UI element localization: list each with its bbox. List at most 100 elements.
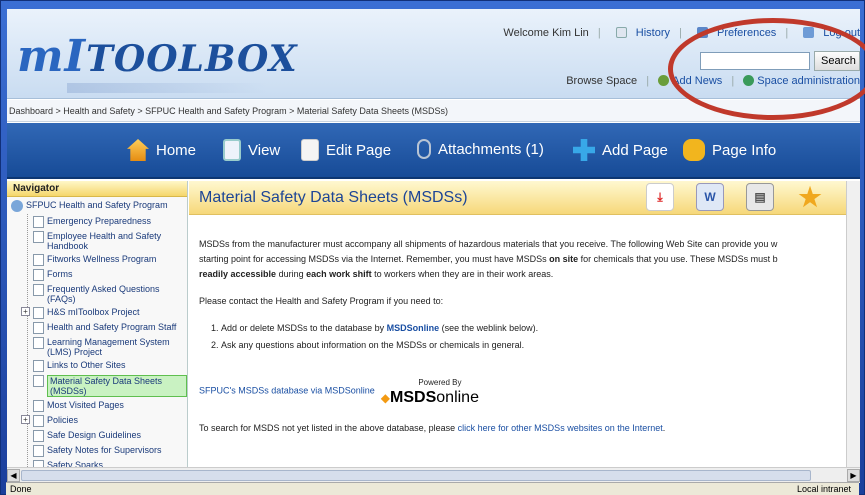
page-icon [33,269,44,281]
navigator-item[interactable]: + Policies [21,413,187,428]
nav-view[interactable]: View [223,139,280,161]
contact-list: Add or delete MSDSs to the database by M… [221,321,850,353]
preferences-link[interactable]: Preferences [717,27,776,39]
breadcrumb[interactable]: Dashboard > Health and Safety > SFPUC He… [7,100,860,122]
horizontal-scrollbar[interactable]: ◀ ▶ [7,467,860,483]
scroll-right-button[interactable]: ▶ [847,469,860,482]
nav-page-info[interactable]: Page Info [683,139,776,161]
nav-attachments-label: Attachments (1) [438,140,544,158]
space-admin-link[interactable]: Space administration [757,75,860,87]
page-icon [33,284,44,296]
logout-link[interactable]: Log out [823,27,860,39]
nav-page-info-label: Page Info [712,141,777,159]
msds-logo-bold: MSDS [390,389,437,406]
page-icon [33,400,44,412]
intro-text-4: during [276,269,307,279]
navigator-root[interactable]: SFPUC Health and Safety Program [7,197,187,214]
window-frame: mITOOLBOX Welcome Kim Lin | History | Pr… [0,0,865,495]
other-msds-websites-link[interactable]: click here for other MSDSs websites on t… [458,423,663,433]
page-tree: Emergency Preparedness Employee Health an… [7,214,187,467]
navigator-item[interactable]: Safe Design Guidelines [21,428,187,443]
page-icon [33,430,44,442]
divider: | [731,75,735,87]
nav-attachments[interactable]: Attachments (1) [417,139,544,159]
page-icon [33,445,44,457]
navigator-item[interactable]: Emergency Preparedness [21,214,187,229]
msdsonline-logo[interactable]: Powered By ◆MSDSonline [381,375,479,407]
space-admin-icon [743,75,755,86]
navigator-item-label: Policies [47,415,79,425]
page-icon [33,415,44,427]
scroll-left-button[interactable]: ◀ [7,469,20,482]
expand-icon[interactable]: + [21,307,30,316]
vertical-scrollbar[interactable] [846,181,860,467]
intro-text-3: for chemicals that you use. These MSDSs … [578,254,778,264]
navigator-item-label: Fitworks Wellness Program [47,254,157,264]
logo-text: TOOLBOX [86,38,298,80]
navigator-item[interactable]: Forms [21,267,187,282]
scrollbar-thumb[interactable] [21,470,811,481]
navigator-item[interactable]: Material Safety Data Sheets (MSDSs) [21,373,187,398]
search-other-paragraph: To search for MSDS not yet listed in the… [199,421,850,436]
navigator-item[interactable]: Links to Other Sites [21,358,187,373]
add-news-icon [658,75,670,86]
contact-paragraph: Please contact the Health and Safety Pro… [199,296,444,306]
browse-space-link[interactable]: Browse Space [566,75,637,87]
navigator-item-label: Forms [47,269,73,279]
msds-database-link[interactable]: SFPUC's MSDSs database via MSDSonline [199,385,375,395]
welcome-text: Welcome Kim Lin [503,27,589,39]
navigator-item[interactable]: + H&S mIToolbox Project [21,305,187,320]
favourite-star-icon[interactable]: ★ [796,182,824,212]
print-icon[interactable]: ▤ [746,183,774,211]
history-link[interactable]: History [636,27,670,39]
mitoolbox-logo[interactable]: mITOOLBOX [17,31,298,82]
navigator-title: Navigator [7,181,187,197]
navigator-item-label: Safe Design Guidelines [47,430,142,440]
page-icon [33,231,44,243]
page-icon [33,375,44,387]
main-content: Material Safety Data Sheets (MSDSs) ⤓ W … [189,181,860,467]
intro-bold-shift: each work shift [306,269,372,279]
list-item-text: (see the weblink below). [439,323,539,333]
page-icon [33,360,44,372]
navigator-panel: Navigator SFPUC Health and Safety Progra… [7,181,188,467]
expand-icon[interactable]: + [21,415,30,424]
status-bar: Done Local intranet [6,482,859,495]
pdf-export-icon[interactable]: ⤓ [646,183,674,211]
status-zone: Local intranet [796,484,851,494]
page-icon [33,254,44,266]
navigator-item-label: Most Visited Pages [47,400,124,410]
intro-paragraph: MSDSs from the manufacturer must accompa… [199,237,850,282]
page-title: Material Safety Data Sheets (MSDSs) [199,189,468,206]
nav-add-page[interactable]: Add Page [573,139,668,161]
add-news-link[interactable]: Add News [672,75,722,87]
paperclip-icon [417,139,431,159]
navigator-item[interactable]: Safety Notes for Supervisors [21,443,187,458]
navigator-item[interactable]: Health and Safety Program Staff [21,320,187,335]
nav-edit-label: Edit Page [326,141,392,159]
intro-text-1: MSDSs from the manufacturer must accompa… [199,239,778,249]
navigator-item[interactable]: Frequently Asked Questions (FAQs) [21,282,187,305]
msdsonline-link[interactable]: MSDSonline [387,323,440,333]
info-icon [683,139,705,161]
page-title-bar: Material Safety Data Sheets (MSDSs) ⤓ W … [189,181,860,215]
space-links: Browse Space | Add News | Space administ… [566,75,860,87]
page-icon [33,216,44,228]
msds-diamond-icon: ◆ [380,391,391,405]
navigator-item[interactable]: Fitworks Wellness Program [21,252,187,267]
intro-text-5: to workers when they are in their work a… [371,269,554,279]
navigator-item[interactable]: Safety Sparks [21,458,187,467]
word-export-icon[interactable]: W [696,183,724,211]
page-icon [33,322,44,334]
search-button[interactable]: Search [814,51,860,71]
nav-home[interactable]: Home [127,139,196,161]
nav-edit-page[interactable]: Edit Page [301,139,391,161]
intro-bold-accessible: readily accessible [199,269,277,279]
logo-underline [67,83,267,93]
msds-database-paragraph: SFPUC's MSDSs database via MSDSonline Pow… [199,375,850,407]
user-links: Welcome Kim Lin | History | Preferences … [497,27,860,39]
navigator-item[interactable]: Most Visited Pages [21,398,187,413]
search-input[interactable] [700,52,810,70]
navigator-item[interactable]: Employee Health and Safety Handbook [21,229,187,252]
navigator-item[interactable]: Learning Management System (LMS) Project [21,335,187,358]
